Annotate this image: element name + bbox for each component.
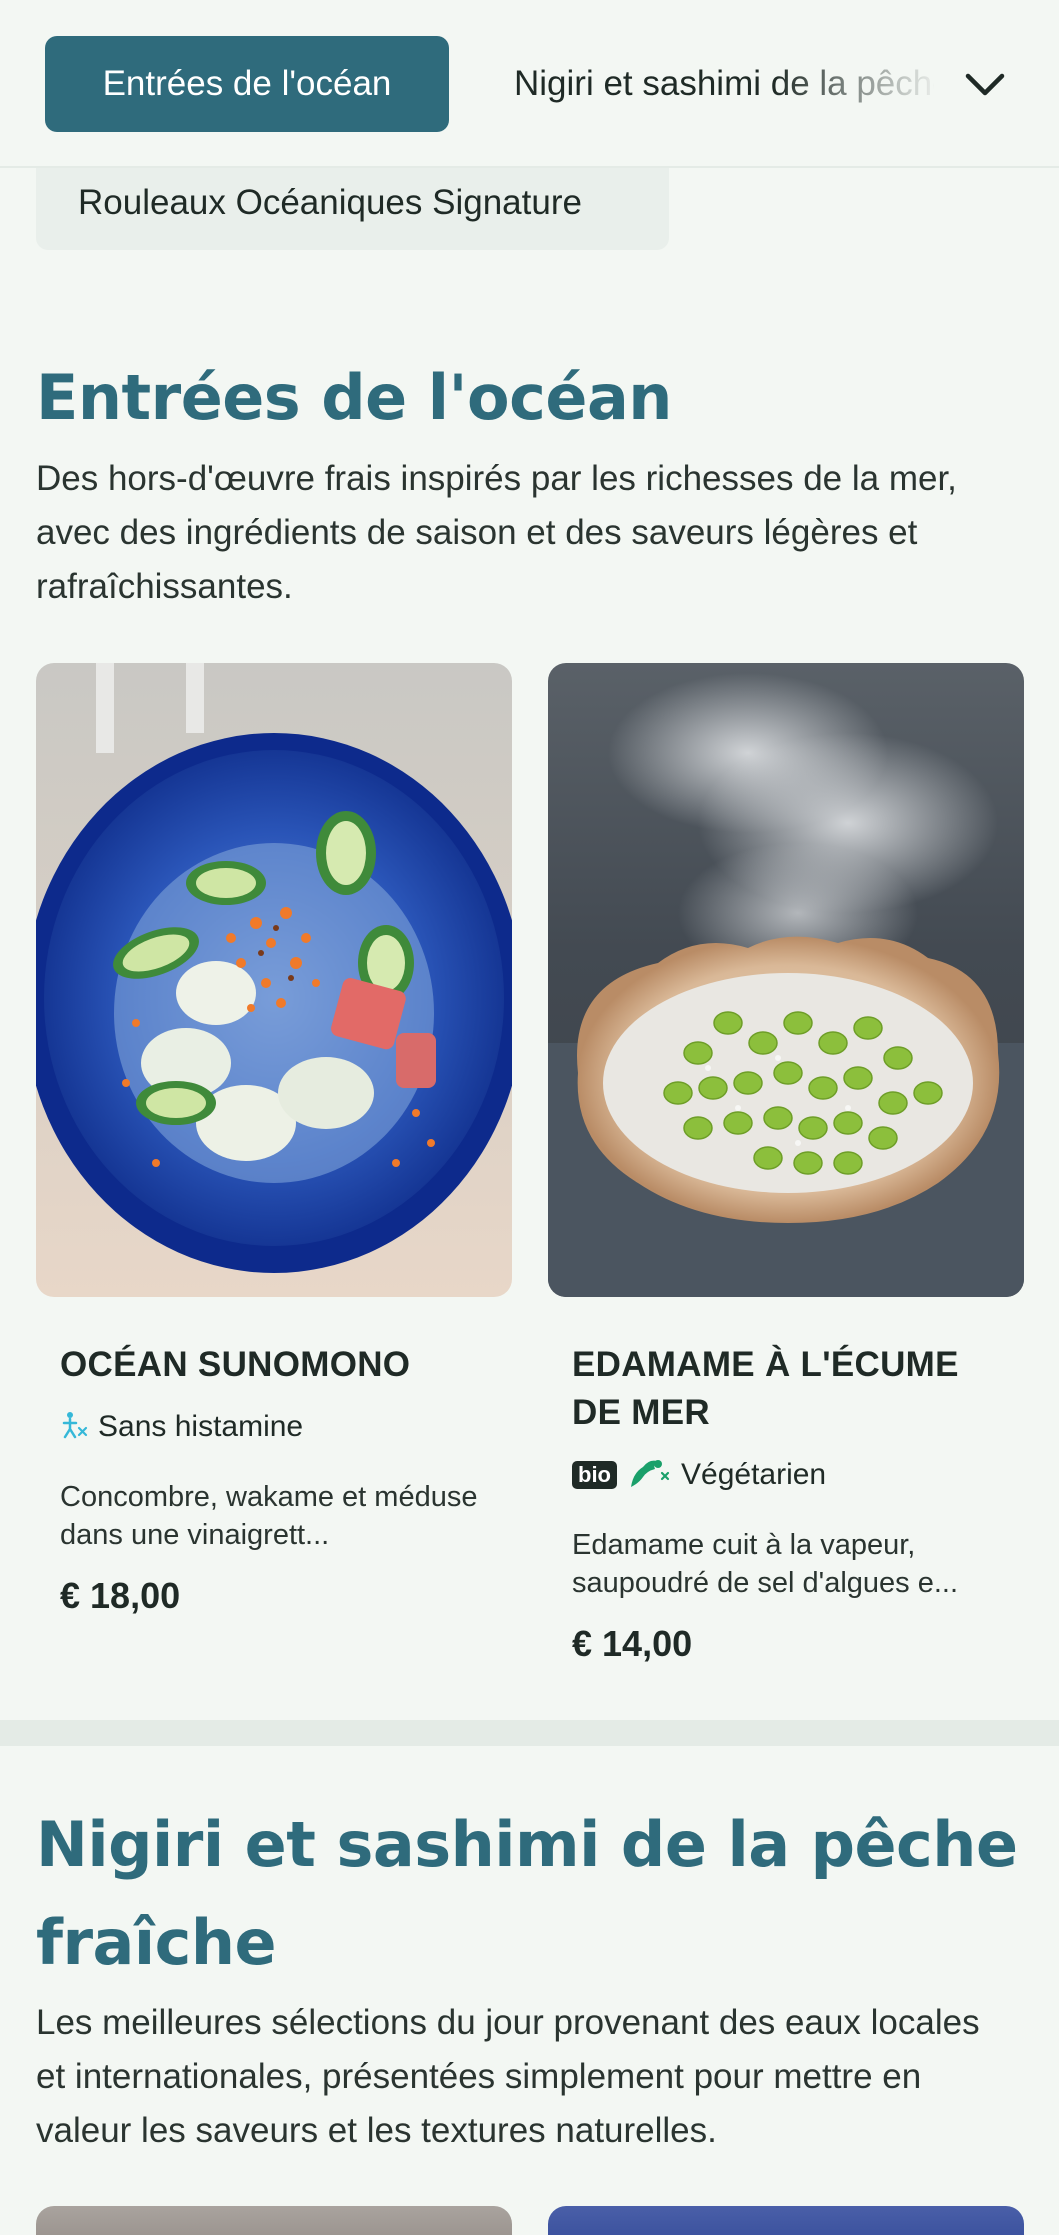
nav-tab-rouleaux[interactable]: Rouleaux Océaniques Signature: [36, 160, 669, 250]
category-nav: Entrées de l'océan Nigiri et sashimi de …: [0, 0, 1059, 168]
menu-item-price: € 18,00: [60, 1575, 181, 1616]
dish-photo: [548, 663, 1024, 1297]
dietary-tags: bio Végétarien: [572, 1455, 826, 1495]
tag-label: Sans histamine: [98, 1410, 304, 1443]
dish-photo[interactable]: [36, 2206, 512, 2235]
menu-item-price: € 14,00: [572, 1623, 693, 1664]
dish-photo[interactable]: [548, 2206, 1024, 2235]
dish-photo: [36, 663, 512, 1297]
vegetarian-icon: [627, 1455, 671, 1496]
dietary-tags: Sans histamine: [60, 1407, 303, 1447]
menu-item-name: EDAMAME À L'ÉCUME DE MER: [572, 1345, 959, 1432]
chevron-down-icon[interactable]: [960, 60, 1010, 110]
menu-item-card[interactable]: OCÉAN SUNOMONO Sans histamine Concombre,…: [36, 663, 512, 1643]
section-title: Entrées de l'océan: [36, 361, 672, 434]
section-divider: [0, 1720, 1059, 1746]
section-description: Des hors-d'œuvre frais inspirés par les …: [36, 459, 957, 606]
menu-item-name: OCÉAN SUNOMONO: [60, 1345, 411, 1384]
nav-tab-entrees[interactable]: Entrées de l'océan: [45, 36, 449, 132]
tag-label: Végétarien: [681, 1458, 827, 1491]
bio-badge: bio: [572, 1461, 617, 1489]
section-title: Nigiri et sashimi de la pêche fraîche: [36, 1808, 1018, 1979]
nav-tab-nigiri[interactable]: Nigiri et sashimi de la pêche fraîche: [514, 36, 934, 132]
menu-item-description: Concombre, wakame et méduse dans une vin…: [60, 1481, 478, 1551]
histamine-free-icon: [60, 1409, 88, 1446]
section-description: Les meilleures sélections du jour proven…: [36, 2003, 980, 2150]
menu-item-description: Edamame cuit à la vapeur, saupoudré de s…: [572, 1529, 959, 1599]
menu-item-card[interactable]: EDAMAME À L'ÉCUME DE MER bio Végétarien …: [548, 663, 1024, 1693]
